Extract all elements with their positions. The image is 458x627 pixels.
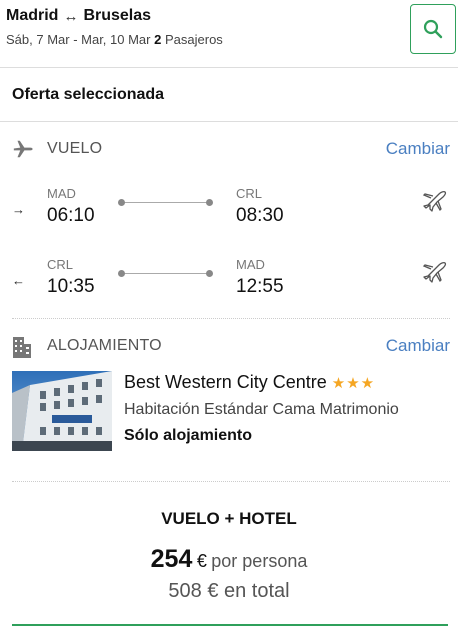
destination-city: Bruselas <box>83 7 152 24</box>
origin-city: Madrid <box>6 7 59 24</box>
flight-path-start-dot <box>118 199 125 206</box>
selected-offer-heading: Oferta seleccionada <box>0 68 458 122</box>
outbound-departure-time: 06:10 <box>47 205 95 226</box>
hotel-name[interactable]: Best Western City Centre ★★★ <box>124 372 375 393</box>
date-range: Sáb, 7 Mar - Mar, 10 Mar <box>6 32 151 47</box>
return-to-code: MAD <box>236 257 265 272</box>
outbound-from-code: MAD <box>47 186 76 201</box>
return-arrow-icon: ← <box>12 273 25 288</box>
return-departure-time: 10:35 <box>47 276 95 297</box>
flight-path-end-dot <box>206 270 213 277</box>
building-icon <box>12 335 32 364</box>
return-from-code: CRL <box>47 257 74 272</box>
return-flight-row: ← CRL 10:35 MAD 12:55 <box>12 257 450 307</box>
room-type: Habitación Estándar Cama Matrimonio <box>124 401 399 418</box>
airline-plane-icon <box>421 259 447 288</box>
round-trip-arrow-icon: ↔ <box>63 7 79 25</box>
section-title: Oferta seleccionada <box>12 86 165 103</box>
package-title: VUELO + HOTEL <box>161 509 297 528</box>
hotel-photo[interactable] <box>12 371 112 451</box>
price-total: 508 € en total <box>168 580 290 602</box>
search-button[interactable] <box>410 4 456 54</box>
search-icon <box>423 19 443 39</box>
price-amount: 254 <box>150 545 193 573</box>
outbound-arrow-icon: → <box>12 202 25 217</box>
price-unit: por persona <box>211 551 308 571</box>
outbound-flight-row: → MAD 06:10 CRL 08:30 <box>12 186 450 236</box>
section-divider <box>12 318 450 319</box>
trip-dates: Sáb, 7 Mar - Mar, 10 Mar 2 Pasajeros <box>6 32 223 47</box>
flight-section-header: VUELO Cambiar <box>12 138 450 162</box>
change-accommodation-link[interactable]: Cambiar <box>386 336 450 356</box>
board-type: Sólo alojamiento <box>124 427 253 444</box>
change-flight-link[interactable]: Cambiar <box>386 139 450 159</box>
flight-path-end-dot <box>206 199 213 206</box>
bottom-accent-line <box>12 624 448 626</box>
airplane-icon <box>12 138 34 165</box>
hotel-name-text: Best Western City Centre <box>124 372 327 392</box>
flight-path-line <box>120 202 212 203</box>
section-divider <box>12 481 450 482</box>
return-arrival-time: 12:55 <box>236 276 284 297</box>
price-currency: € <box>196 551 207 571</box>
outbound-arrival-time: 08:30 <box>236 205 284 226</box>
flight-path-line <box>120 273 212 274</box>
star-rating-icon: ★★★ <box>331 374 376 392</box>
accommodation-section-header: ALOJAMIENTO Cambiar <box>12 335 450 359</box>
flight-section-label: VUELO <box>47 140 103 157</box>
accommodation-section-label: ALOJAMIENTO <box>47 337 162 354</box>
price-per-person: 254 € por persona <box>0 545 458 574</box>
route: Madrid ↔ Bruselas <box>6 7 151 25</box>
passenger-label: Pasajeros <box>164 32 223 47</box>
outbound-to-code: CRL <box>236 186 263 201</box>
airline-plane-icon <box>421 188 447 217</box>
passenger-count: 2 <box>154 32 162 47</box>
flight-path-start-dot <box>118 270 125 277</box>
search-summary-header: Madrid ↔ Bruselas Sáb, 7 Mar - Mar, 10 M… <box>0 0 458 68</box>
